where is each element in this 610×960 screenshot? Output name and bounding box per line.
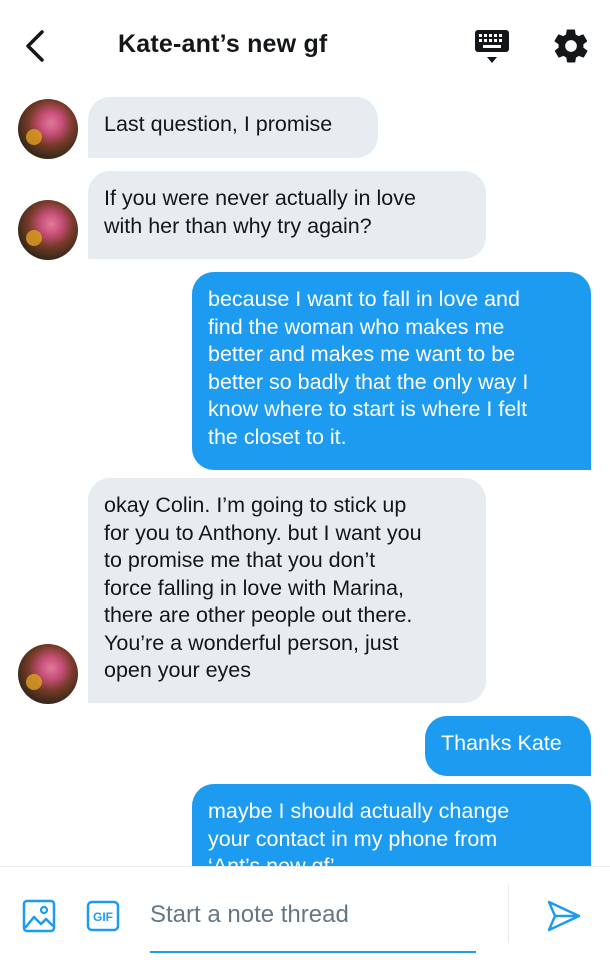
avatar[interactable] xyxy=(18,644,78,704)
message-bubble-incoming[interactable]: If you were never actually in love with … xyxy=(88,171,486,259)
gear-icon xyxy=(554,29,588,63)
note-thread-input[interactable] xyxy=(150,885,476,945)
message-bubble-outgoing[interactable]: because I want to fall in love and find … xyxy=(192,272,591,470)
chevron-left-icon xyxy=(26,30,44,62)
gif-label: GIF xyxy=(93,910,113,924)
composer-divider xyxy=(508,885,509,943)
image-icon xyxy=(22,899,56,933)
message-bubble-incoming[interactable]: Last question, I promise xyxy=(88,97,378,158)
send-button[interactable] xyxy=(545,897,583,935)
message-list[interactable]: Last question, I promise If you were nev… xyxy=(0,92,610,866)
avatar[interactable] xyxy=(18,99,78,159)
message-composer: GIF xyxy=(0,866,610,960)
conversation-header: Kate-ant’s new gf xyxy=(0,0,610,92)
message-bubble-outgoing[interactable]: maybe I should actually change your cont… xyxy=(192,784,591,866)
gif-icon: GIF xyxy=(86,900,120,932)
add-image-button[interactable] xyxy=(22,899,56,933)
back-button[interactable] xyxy=(18,28,54,64)
message-bubble-incoming[interactable]: okay Colin. I’m going to stick up for yo… xyxy=(88,478,486,703)
keyboard-icon xyxy=(475,30,509,63)
message-bubble-outgoing[interactable]: Thanks Kate xyxy=(425,716,591,776)
keyboard-button[interactable] xyxy=(472,28,512,66)
avatar[interactable] xyxy=(18,200,78,260)
add-gif-button[interactable]: GIF xyxy=(86,900,120,932)
conversation-title: Kate-ant’s new gf xyxy=(118,30,328,58)
settings-button[interactable] xyxy=(551,26,591,66)
send-icon xyxy=(547,900,581,932)
note-thread-input-wrapper xyxy=(150,885,476,953)
